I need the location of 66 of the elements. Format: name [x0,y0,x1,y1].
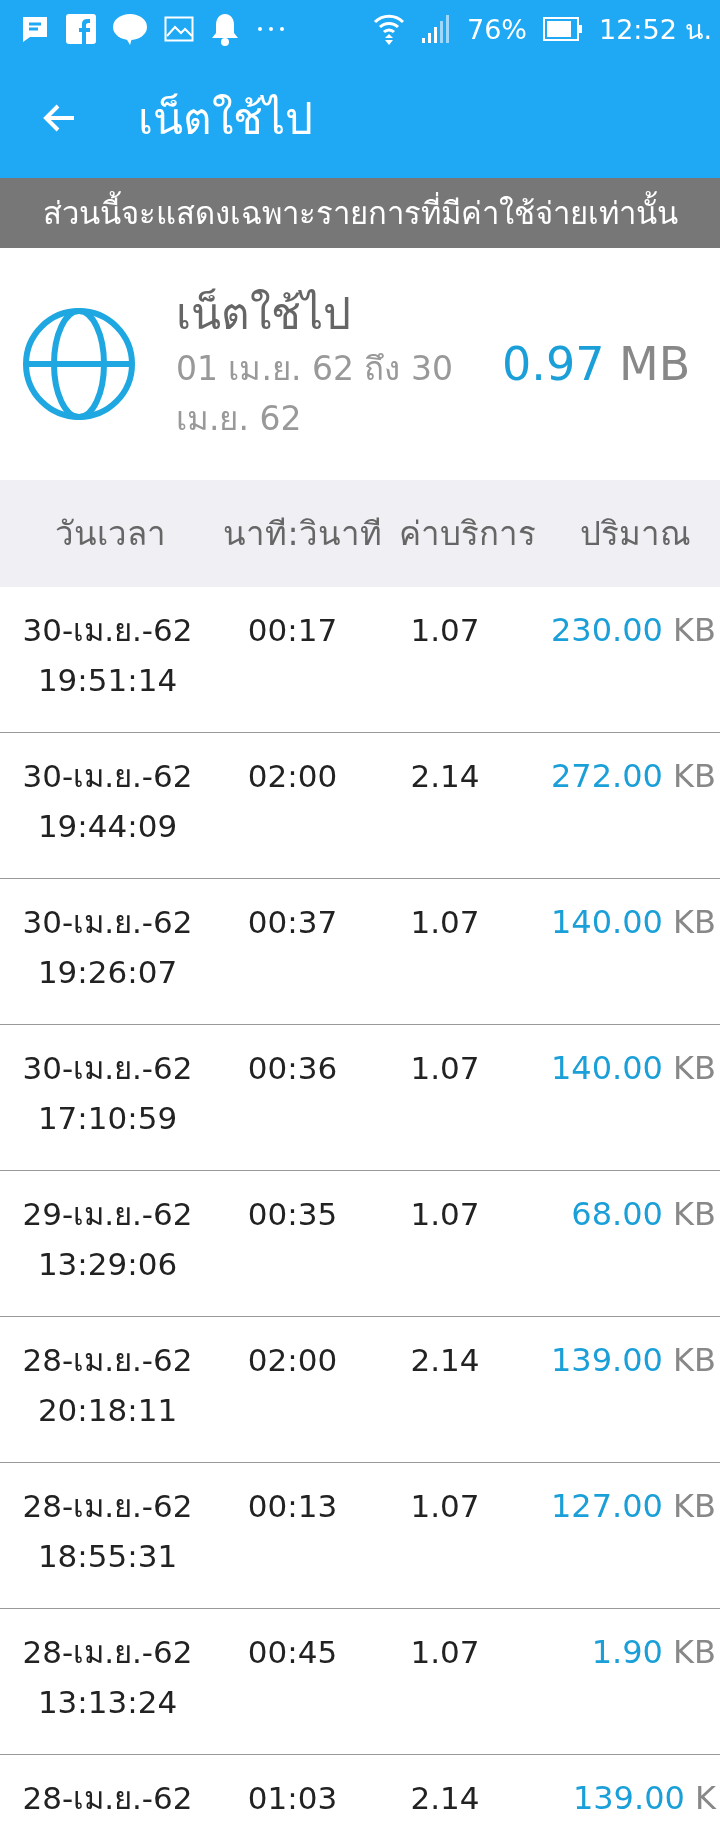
amount-cell-text: 140.00 KB [549,1048,717,1089]
summary-title: เน็ตใช้ไป [176,287,352,341]
duration-cell-text: 00:17 [246,611,339,650]
fee-cell-text: 1.07 [409,1049,481,1088]
duration-cell-text: 02:00 [246,1341,339,1380]
duration-cell-text: 00:35 [246,1195,339,1234]
duration-cell-text: 02:00 [246,757,339,796]
facebook-icon [66,14,96,44]
page-title: เน็ตใช้ไป [138,92,313,146]
date-range: 01 เม.ย. 62 ถึง 30 เม.ย. 62 [176,348,454,440]
time-cell-text: 13:29:06 [37,1245,178,1284]
image-icon [164,16,194,42]
battery-icon [543,17,583,41]
fee-cell-text: 2.14 [409,757,481,796]
time-cell-text: 20:18:11 [37,1391,178,1430]
date-cell-text: 30-เม.ย.-62 [22,611,193,650]
amount-cell-text: 139.00 K [571,1778,718,1819]
duration-cell-text: 00:37 [246,903,339,942]
bell-icon [210,12,240,46]
time-cell-text: 18:55:31 [37,1537,178,1576]
date-cell-text: 28-เม.ย.-62 [22,1341,193,1380]
amount-cell-text: 1.90 KB [590,1632,717,1673]
total-usage: 0.97 MB [502,337,691,391]
time-cell-text: 19:44:09 [37,807,178,846]
time-cell-text: 13:13:24 [37,1683,178,1722]
globe-icon [22,307,136,421]
amount-cell-text: 230.00 KB [549,610,717,651]
duration-cell-text: 00:13 [246,1487,339,1526]
back-arrow-icon[interactable] [42,103,76,133]
fee-cell-text: 1.07 [409,1195,481,1234]
date-cell-text: 28-เม.ย.-62 [22,1633,193,1672]
column-header: ค่าบริการ [398,513,537,555]
battery-percent: 76% [467,13,527,45]
date-cell-text: 30-เม.ย.-62 [22,903,193,942]
fee-cell-text: 2.14 [409,1779,481,1818]
chat-bubble-icon [112,13,148,45]
duration-cell-text: 01:03 [246,1779,339,1818]
clock: 12:52 น. [599,12,712,47]
column-header: วันเวลา [53,513,167,555]
signal-icon [421,14,451,44]
column-header: นาที:วินาที [222,513,383,555]
amount-cell-text: 68.00 KB [570,1194,717,1235]
amount-cell-text: 127.00 KB [549,1486,717,1527]
date-cell-text: 28-เม.ย.-62 [22,1779,193,1818]
amount-cell-text: 272.00 KB [549,756,717,797]
date-cell-text: 28-เม.ย.-62 [22,1487,193,1526]
fee-cell-text: 1.07 [409,903,481,942]
amount-cell-text: 139.00 KB [549,1340,717,1381]
fee-cell-text: 2.14 [409,1341,481,1380]
time-cell-text: 19:51:14 [37,661,178,700]
duration-cell-text: 00:45 [246,1633,339,1672]
date-cell-text: 30-เม.ย.-62 [22,1049,193,1088]
fee-cell-text: 1.07 [409,611,481,650]
duration-cell-text: 00:36 [246,1049,339,1088]
notice-banner: ส่วนนี้จะแสดงเฉพาะรายการที่มีค่าใช้จ่ายเท่านั้น [0,178,720,248]
time-cell-text: 19:26:07 [37,953,178,992]
time-cell-text: 17:10:59 [37,1099,178,1138]
column-header: ปริมาณ [578,513,692,555]
date-cell-text: 30-เม.ย.-62 [22,757,193,796]
fee-cell-text: 1.07 [409,1487,481,1526]
message-icon [20,14,50,44]
amount-cell-text: 140.00 KB [549,902,717,943]
more-icon [256,25,286,33]
wifi-icon [373,12,405,46]
date-cell-text: 29-เม.ย.-62 [22,1195,193,1234]
fee-cell-text: 1.07 [409,1633,481,1672]
